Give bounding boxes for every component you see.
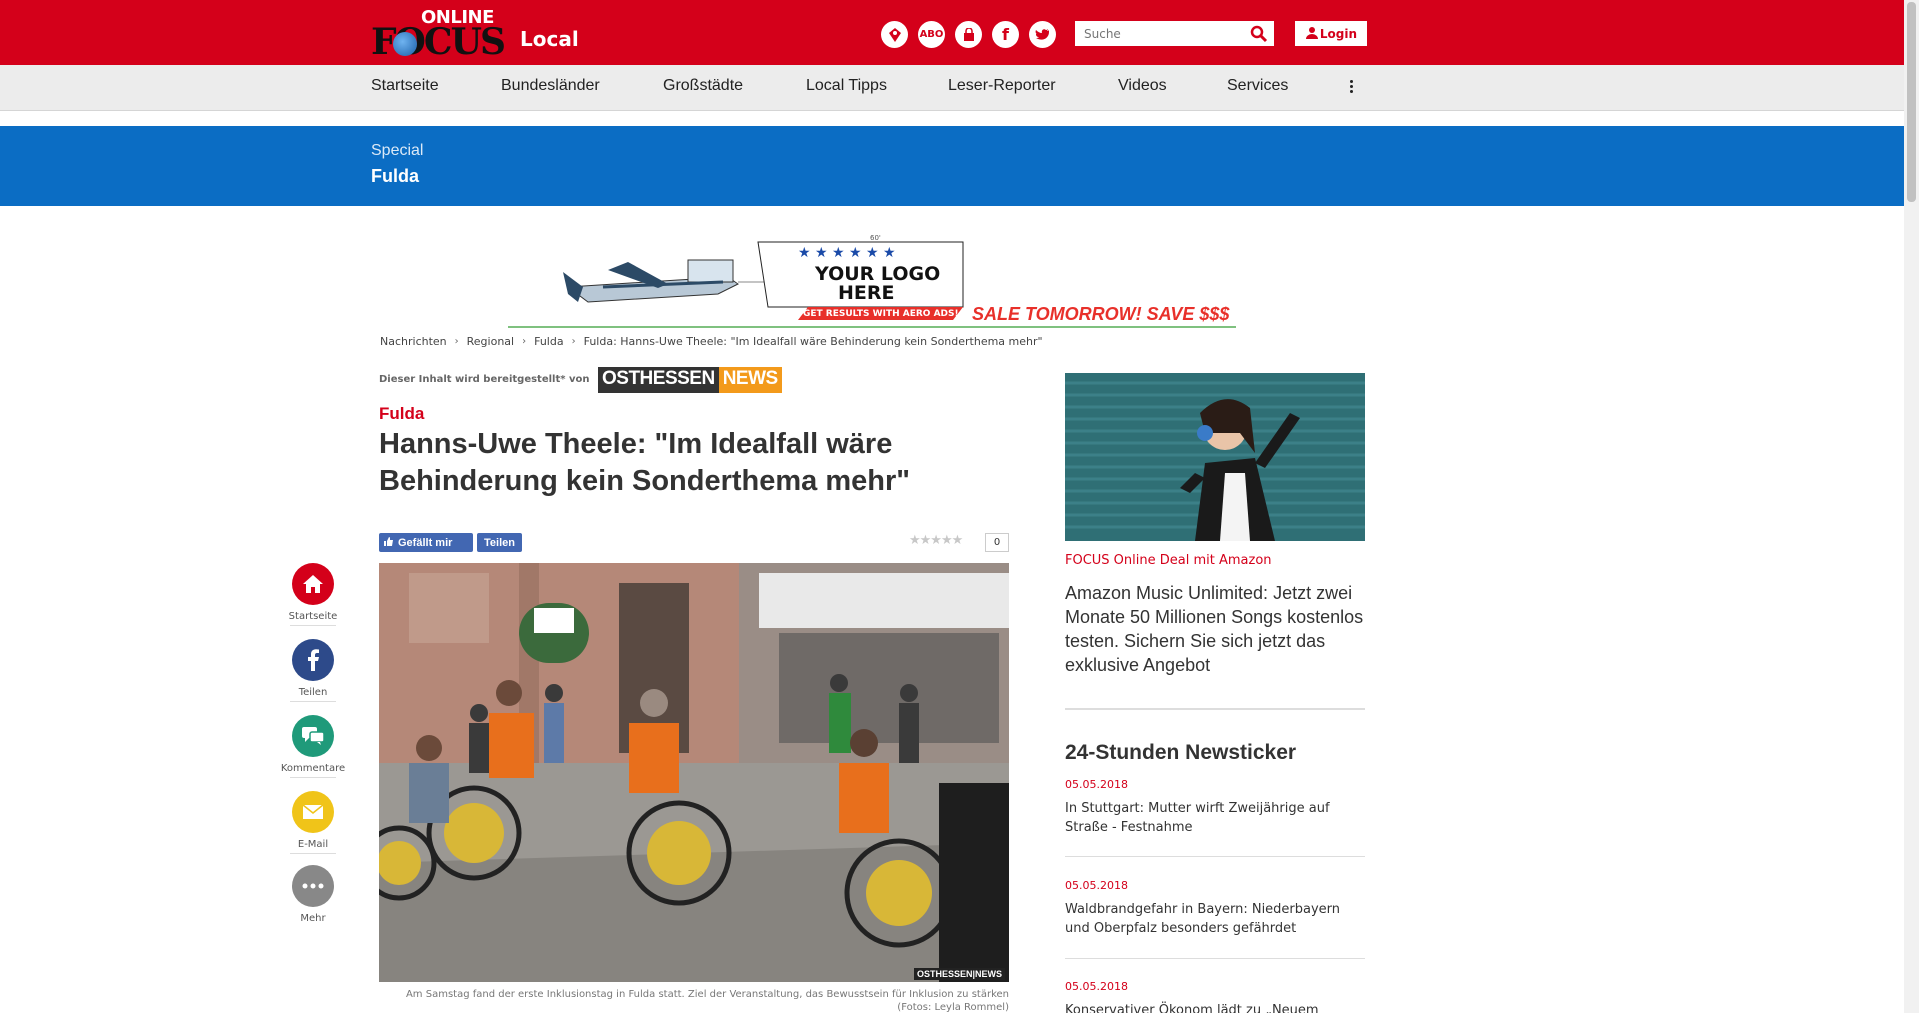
caption-text: Am Samstag fand der erste Inklusionstag … xyxy=(405,989,1009,1000)
chevron-right-icon: › xyxy=(454,336,459,347)
ticker-item[interactable]: In Stuttgart: Mutter wirft Zweijährige a… xyxy=(1065,799,1365,837)
shopping-bag-icon[interactable] xyxy=(955,21,982,48)
rail-startseite[interactable]: Startseite xyxy=(278,563,348,626)
facebook-share-button[interactable]: Teilen xyxy=(477,533,522,552)
chevron-right-icon: › xyxy=(571,336,576,347)
rating-count: 0 xyxy=(985,533,1009,552)
osthessen-news-logo[interactable]: OSTHESSEN NEWS xyxy=(598,367,782,393)
article-image[interactable]: OSTHESSEN|NEWS xyxy=(379,563,1009,982)
special-name[interactable]: Fulda xyxy=(371,166,419,187)
nav-item-services[interactable]: Services xyxy=(1227,77,1288,95)
abo-icon[interactable]: ABO xyxy=(918,21,945,48)
image-credit: OSTHESSEN|NEWS xyxy=(913,968,1005,980)
ad-dimension: 60' xyxy=(870,234,881,242)
facebook-icon[interactable]: f xyxy=(992,21,1019,48)
top-header: ONLINE FOCUS Local ABO f Login xyxy=(0,0,1904,65)
ticker-item[interactable]: Konservativer Ökonom lädt zu „Neuem xyxy=(1065,1001,1365,1013)
focus-online-logo[interactable]: ONLINE FOCUS xyxy=(371,7,506,63)
facebook-glyph: f xyxy=(1002,25,1009,44)
user-icon xyxy=(1305,26,1319,43)
logo-focus-text: FOCUS xyxy=(371,21,506,63)
breadcrumb-fulda[interactable]: Fulda xyxy=(534,335,563,348)
ticker-item[interactable]: Waldbrandgefahr in Bayern: Niederbayern … xyxy=(1065,900,1365,938)
ad-banner-graphic: ★ ★ ★ ★ ★ ★ 60' YOUR LOGO HERE GET RESUL… xyxy=(563,234,1230,324)
nav-item-leser-reporter[interactable]: Leser-Reporter xyxy=(948,77,1056,95)
login-button[interactable]: Login xyxy=(1295,21,1367,46)
ticker-date: 05.05.2018 xyxy=(1065,980,1128,993)
ticker-date: 05.05.2018 xyxy=(1065,879,1128,892)
more-icon xyxy=(292,865,334,907)
login-label: Login xyxy=(1319,26,1357,41)
image-caption: Am Samstag fand der erste Inklusionstag … xyxy=(379,988,1009,1013)
article-kicker[interactable]: Fulda xyxy=(379,404,424,424)
mail-icon xyxy=(292,791,334,833)
breadcrumb: Nachrichten › Regional › Fulda › Fulda: … xyxy=(380,335,1043,348)
comments-icon xyxy=(292,715,334,757)
nav-item-videos[interactable]: Videos xyxy=(1118,77,1167,95)
chevron-right-icon: › xyxy=(522,336,527,347)
nav-item-local-tipps[interactable]: Local Tipps xyxy=(806,77,887,95)
rail-teilen[interactable]: Teilen xyxy=(278,639,348,702)
page-scrollbar[interactable] xyxy=(1904,0,1919,1013)
nav-item-grossstaedte[interactable]: Großstädte xyxy=(663,77,743,95)
svg-text:★ ★ ★ ★ ★ ★: ★ ★ ★ ★ ★ ★ xyxy=(798,245,896,261)
breadcrumb-current: Fulda: Hanns-Uwe Theele: "Im Idealfall w… xyxy=(583,335,1043,348)
facebook-like-button[interactable]: Gefällt mir xyxy=(379,533,473,552)
article-photo xyxy=(379,563,1009,982)
provided-by-text: Dieser Inhalt wird bereitgestellt* von xyxy=(379,374,590,385)
globe-icon xyxy=(393,32,417,56)
promo-text[interactable]: Amazon Music Unlimited: Jetzt zwei Monat… xyxy=(1065,581,1370,677)
svg-text:SALE TOMORROW! SAVE $$$: SALE TOMORROW! SAVE $$$ xyxy=(972,304,1230,324)
special-label: Special xyxy=(371,142,424,159)
rail-label: E-Mail xyxy=(297,839,329,850)
search-icon[interactable] xyxy=(1250,25,1268,47)
rating-stars[interactable]: ★★★★★ xyxy=(909,533,963,548)
search-input[interactable] xyxy=(1075,21,1245,46)
breadcrumb-regional[interactable]: Regional xyxy=(467,335,514,348)
caption-credit: (Fotos: Leyla Rommel) xyxy=(897,1002,1009,1013)
nav-item-startseite[interactable]: Startseite xyxy=(371,77,439,95)
facebook-icon xyxy=(292,639,334,681)
rail-email[interactable]: E-Mail xyxy=(278,791,348,854)
like-label: Gefällt mir xyxy=(398,536,453,549)
promo-kicker[interactable]: FOCUS Online Deal mit Amazon xyxy=(1065,553,1272,568)
nav-more-icon[interactable] xyxy=(1350,78,1356,95)
promo-photo xyxy=(1065,373,1365,541)
abo-label: ABO xyxy=(919,29,944,40)
nav-item-bundeslaender[interactable]: Bundesländer xyxy=(501,77,600,95)
ticker-date: 05.05.2018 xyxy=(1065,778,1128,791)
breadcrumb-nachrichten[interactable]: Nachrichten xyxy=(380,335,447,348)
twitter-icon[interactable] xyxy=(1029,21,1056,48)
sidebar-divider xyxy=(1065,708,1365,710)
local-badge-icon[interactable] xyxy=(881,21,908,48)
article-headline: Hanns-Uwe Theele: "Im Idealfall wäre Beh… xyxy=(379,428,911,497)
rail-mehr[interactable]: Mehr xyxy=(278,865,348,924)
special-band: Special Fulda xyxy=(0,126,1904,206)
thumbs-up-icon xyxy=(383,536,394,550)
provider-part-b: NEWS xyxy=(718,367,782,393)
home-icon xyxy=(292,563,334,605)
rail-label: Startseite xyxy=(288,611,338,622)
rail-kommentare[interactable]: Kommentare xyxy=(278,715,348,778)
section-title[interactable]: Local xyxy=(520,27,579,51)
rail-label: Mehr xyxy=(300,913,326,924)
search-box xyxy=(1075,21,1274,46)
svg-text:HERE: HERE xyxy=(838,282,895,304)
promo-image[interactable] xyxy=(1065,373,1365,541)
scrollbar-thumb[interactable] xyxy=(1907,2,1916,202)
ad-banner[interactable]: ★ ★ ★ ★ ★ ★ 60' YOUR LOGO HERE GET RESUL… xyxy=(508,232,1236,328)
svg-text:GET RESULTS WITH AERO ADS!: GET RESULTS WITH AERO ADS! xyxy=(803,309,959,319)
main-nav: Startseite Bundesländer Großstädte Local… xyxy=(0,65,1904,111)
rail-label: Kommentare xyxy=(280,763,346,774)
provider-part-a: OSTHESSEN xyxy=(598,367,719,393)
newsticker-title: 24-Stunden Newsticker xyxy=(1065,741,1297,764)
rail-label: Teilen xyxy=(298,687,328,698)
